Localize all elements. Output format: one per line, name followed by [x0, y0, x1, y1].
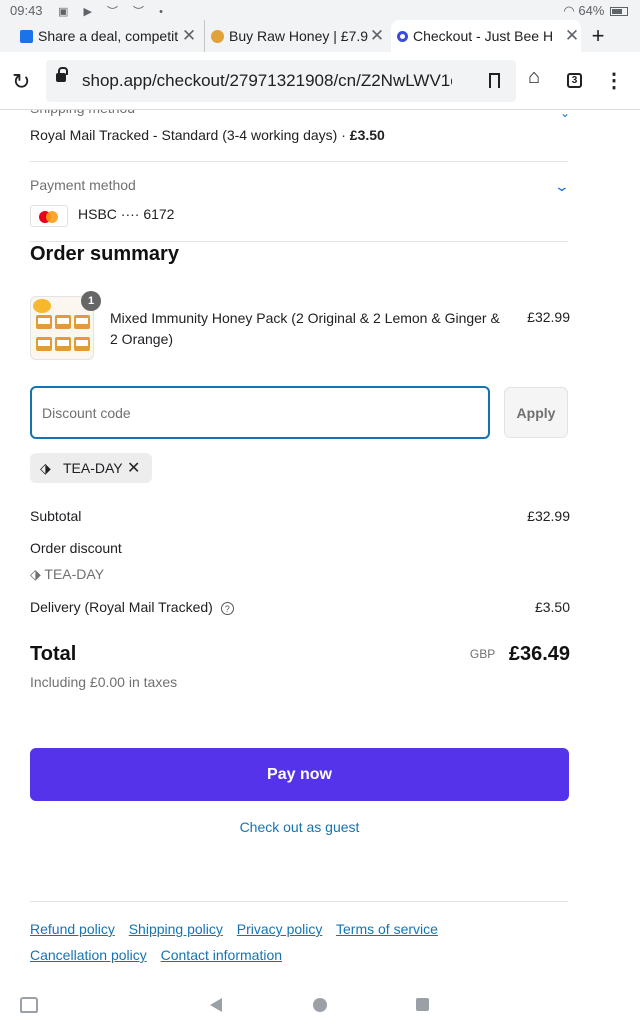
currency-code: GBP — [469, 647, 496, 661]
new-tab-icon[interactable]: + — [586, 23, 610, 49]
order-discount-label: Order discount — [30, 540, 122, 556]
chevron-down-icon[interactable]: ⌄ — [560, 106, 570, 120]
tab-title: Buy Raw Honey | £7.9 — [229, 28, 368, 44]
shipping-method-summary: Royal Mail Tracked - Standard (3-4 worki… — [30, 127, 385, 143]
browser-tab-buy-honey[interactable]: Buy Raw Honey | £7.9 ✕ — [204, 20, 386, 52]
cancellation-policy-link[interactable]: Cancellation policy — [30, 947, 147, 963]
reload-icon[interactable]: ↻ — [12, 69, 30, 95]
divider — [30, 901, 568, 902]
pay-now-button[interactable]: Pay now — [30, 748, 569, 801]
tab-title: Checkout - Just Bee H — [413, 28, 554, 44]
bookmark-icon[interactable] — [489, 73, 500, 88]
more-menu-icon[interactable]: ⋮ — [604, 68, 624, 93]
total-value-row: GBP £36.49 — [470, 643, 570, 666]
tab-switcher-button[interactable]: 3 — [567, 73, 582, 88]
discount-code-text: TEA-DAY — [44, 566, 105, 582]
order-discount-code: ⬗ TEA-DAY — [30, 566, 104, 583]
shipping-policy-link[interactable]: Shipping policy — [129, 921, 223, 937]
status-right: ◠ 64% — [563, 3, 628, 19]
order-summary-title: Order summary — [30, 243, 179, 265]
address-bar[interactable]: shop.app/checkout/27971321908/cn/Z2NwLWV… — [46, 60, 516, 102]
lock-icon[interactable] — [56, 67, 68, 82]
separator: · — [341, 127, 346, 143]
tag-icon: ⬗ — [30, 566, 41, 582]
shipping-price: £3.50 — [349, 127, 385, 143]
subtotal-label: Subtotal — [30, 508, 82, 524]
tax-note: Including £0.00 in taxes — [30, 674, 178, 690]
payment-method-label: Payment method — [30, 177, 136, 193]
wifi-icon: ◠ — [563, 3, 575, 18]
help-icon[interactable]: ? — [220, 601, 234, 615]
tab-favicon-icon — [211, 29, 224, 43]
notification-icons: ▣ ▶ ︶ ︶ • — [58, 6, 169, 18]
remove-discount-icon[interactable]: ✕ — [127, 458, 140, 478]
browser-tab-checkout[interactable]: Checkout - Just Bee H ✕ — [391, 20, 581, 52]
total-amount: £36.49 — [508, 643, 570, 665]
terms-of-service-link[interactable]: Terms of service — [336, 921, 438, 937]
tab-favicon-icon — [20, 29, 33, 43]
shipping-method-heading: Shipping method — [30, 110, 570, 116]
card-details: HSBC ···· 6172 — [78, 206, 175, 222]
product-name: Mixed Immunity Honey Pack (2 Original & … — [110, 310, 500, 347]
delivery-value: £3.50 — [534, 599, 570, 615]
applied-code: TEA-DAY — [63, 460, 123, 476]
contact-information-link[interactable]: Contact information — [161, 947, 282, 963]
close-tab-icon[interactable]: ✕ — [180, 26, 198, 46]
total-label: Total — [30, 643, 77, 665]
recent-apps-icon[interactable] — [416, 998, 429, 1011]
battery-level: 64% — [578, 3, 605, 18]
subtotal-value: £32.99 — [527, 508, 570, 524]
home-button-icon[interactable] — [313, 998, 327, 1012]
system-nav-bar — [0, 986, 640, 1024]
close-tab-icon[interactable]: ✕ — [368, 26, 386, 46]
discount-code-input[interactable] — [30, 386, 490, 439]
applied-discount-chip: ⬗ TEA-DAY ✕ — [30, 453, 152, 483]
checkout-as-guest-link[interactable]: Check out as guest — [30, 819, 569, 835]
delivery-label: Delivery (Royal Mail Tracked) — [30, 599, 213, 615]
product-price: £32.99 — [527, 309, 570, 325]
apply-discount-button[interactable]: Apply — [504, 387, 568, 438]
tab-title: Share a deal, competit — [38, 28, 179, 44]
footer-links: Refund policy Shipping policy Privacy po… — [30, 916, 569, 968]
refund-policy-link[interactable]: Refund policy — [30, 921, 115, 937]
privacy-policy-link[interactable]: Privacy policy — [237, 921, 323, 937]
tab-strip: Share a deal, competit ✕ Buy Raw Honey |… — [0, 20, 640, 52]
browser-tab-share-deal[interactable]: Share a deal, competit ✕ — [14, 20, 198, 52]
status-bar: 09:43 ▣ ▶ ︶ ︶ • ◠ 64% — [0, 0, 640, 20]
url-text[interactable]: shop.app/checkout/27971321908/cn/Z2NwLWV… — [82, 71, 452, 91]
mastercard-icon — [30, 205, 68, 227]
back-icon[interactable] — [210, 998, 222, 1012]
delivery-row: Delivery (Royal Mail Tracked) ? — [30, 599, 234, 615]
browser-toolbar: ↻ shop.app/checkout/27971321908/cn/Z2NwL… — [0, 52, 640, 110]
tab-favicon-icon — [397, 30, 408, 42]
status-time: 09:43 — [10, 3, 43, 18]
divider — [30, 241, 568, 242]
tag-icon: ⬗ — [40, 460, 51, 476]
divider — [30, 161, 568, 162]
battery-icon — [610, 7, 628, 17]
chevron-down-icon[interactable]: ⌄ — [554, 178, 570, 195]
close-tab-icon[interactable]: ✕ — [563, 26, 581, 46]
home-icon[interactable]: ⌂ — [528, 66, 540, 89]
shipping-method-name: Royal Mail Tracked - Standard (3-4 worki… — [30, 127, 338, 143]
quantity-badge: 1 — [81, 291, 101, 311]
side-app-icon[interactable] — [20, 997, 38, 1013]
